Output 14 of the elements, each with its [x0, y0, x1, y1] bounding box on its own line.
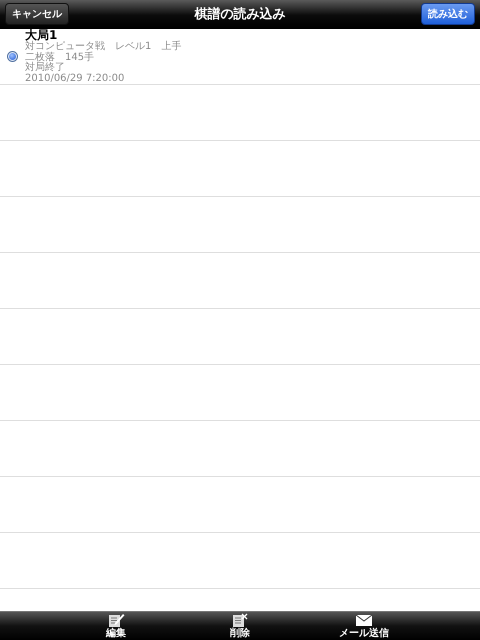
load-button[interactable]: 読み込む	[421, 3, 475, 25]
game-detail: 対局終了	[25, 63, 65, 74]
screen-title: 棋譜の読み込み	[194, 7, 286, 22]
cancel-button[interactable]: キャンセル	[5, 3, 69, 25]
toolbar-button[interactable]: 編集	[84, 612, 148, 640]
toolbar-button[interactable]: メール送信	[332, 612, 396, 640]
game-detail: 二枚落 145手	[25, 52, 94, 62]
game-detail: 対コンピュータ戦 レベル1 上手	[25, 42, 182, 52]
game-list-item[interactable]: 大局1 対コンピュータ戦 レベル1 上手 二枚落 145手 対局終了 2010/06/29 7:20:00	[0, 29, 480, 85]
game-detail: 2010/06/29 7:20:00	[25, 74, 124, 84]
game-title: 大局1	[25, 29, 58, 42]
toolbar-button[interactable]: 削除	[208, 612, 272, 640]
radio-button[interactable]	[7, 51, 18, 62]
mail-icon	[355, 613, 373, 628]
